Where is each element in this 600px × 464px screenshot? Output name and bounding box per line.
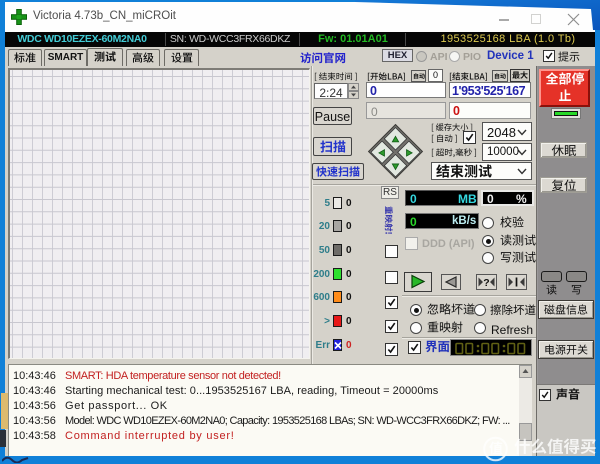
svg-text:?: ? <box>483 277 489 289</box>
